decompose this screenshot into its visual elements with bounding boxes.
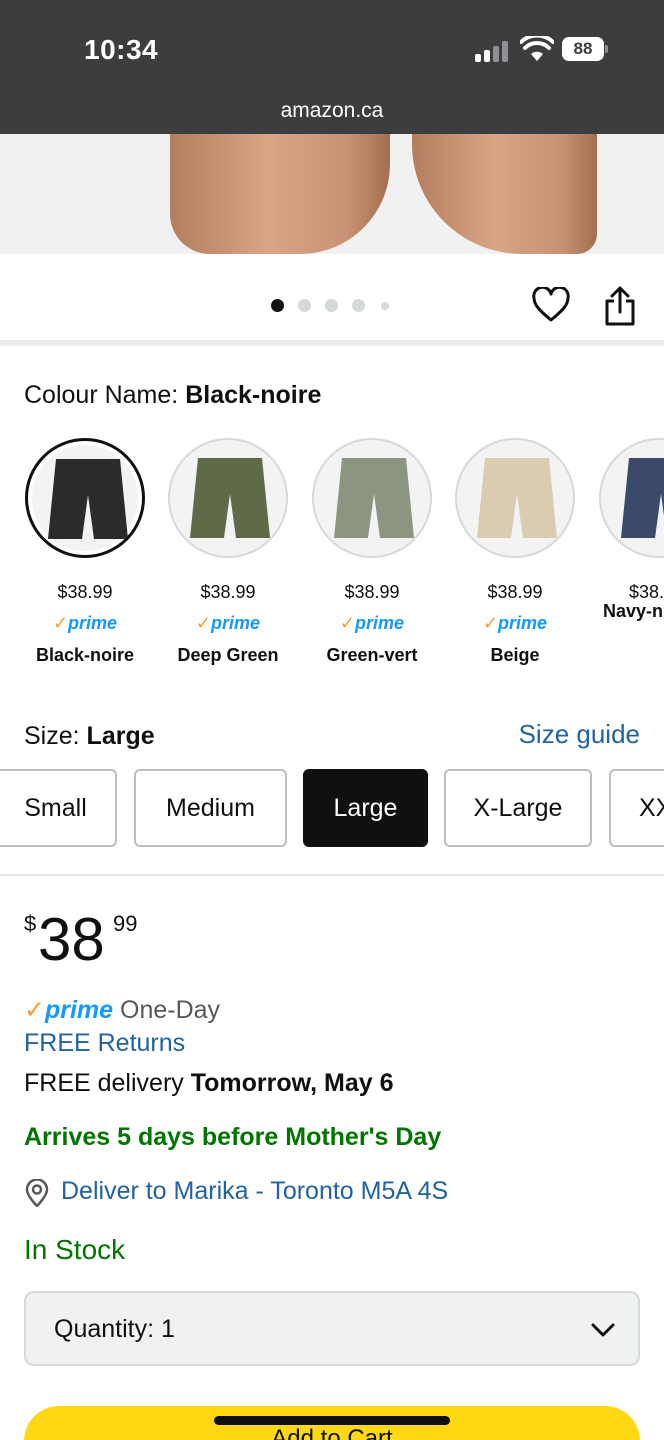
prime-check-icon: ✓	[195, 613, 212, 633]
swatch-price: $38.99	[487, 582, 543, 602]
battery-cap	[605, 45, 608, 53]
image-pager-bar	[0, 254, 664, 346]
swatch-prime-badge: ✓prime	[25, 613, 145, 637]
prime-check-icon: ✓	[482, 613, 499, 633]
shorts-shape	[621, 458, 664, 538]
status-time: 10:34	[84, 34, 159, 65]
size-guide-link[interactable]: Size guide	[519, 719, 640, 750]
product-image-leg-right	[412, 134, 597, 254]
quantity-select[interactable]: Quantity: 1	[24, 1291, 640, 1366]
shorts-shape	[48, 459, 128, 539]
swatch-prime-badge: ✓prime	[455, 613, 575, 637]
shorts-thumbnail	[334, 458, 414, 538]
price-currency: $	[24, 911, 37, 936]
shorts-thumbnail	[48, 459, 128, 539]
colour-swatch-deep-green[interactable]: $38.99 ✓prime Deep Green	[168, 438, 288, 666]
shorts-thumbnail	[190, 458, 270, 538]
swatch-price: $38.99	[344, 582, 400, 602]
size-selected-value: Large	[86, 722, 155, 750]
quantity-value: 1	[161, 1315, 175, 1343]
chevron-down-icon	[591, 1323, 615, 1337]
size-option-xx-large[interactable]: XX	[609, 769, 664, 847]
swatch-image	[25, 438, 145, 558]
swatch-prime-text: prime	[211, 613, 261, 633]
shorts-shape	[190, 458, 270, 538]
size-label: Size: Large	[24, 722, 155, 751]
quantity-label: Quantity: 1	[54, 1315, 175, 1344]
colour-swatch-navy[interactable]: $38. Navy-n	[599, 438, 664, 622]
colour-selected-value: Black-noire	[185, 381, 322, 409]
location-pin-icon[interactable]	[24, 1179, 50, 1207]
home-indicator	[214, 1416, 450, 1425]
image-dot[interactable]	[298, 299, 311, 312]
arrives-before-message: Arrives 5 days before Mother's Day	[24, 1123, 442, 1151]
wishlist-heart-icon[interactable]	[532, 287, 570, 323]
colour-label-text: Colour Name:	[24, 381, 179, 409]
prime-one-day-badge: ✓prime One-Day	[24, 995, 220, 1025]
swatch-image	[599, 438, 664, 558]
image-dot[interactable]	[381, 302, 389, 310]
swatch-prime-badge: ✓prime	[168, 613, 288, 637]
swatch-name: Black-noire	[35, 645, 135, 665]
image-dot[interactable]	[271, 299, 284, 312]
cellular-signal-icon	[475, 40, 511, 62]
colour-name-label: Colour Name: Black-noire	[24, 381, 321, 410]
quantity-label-text: Quantity:	[54, 1315, 155, 1343]
swatch-prime-text: prime	[68, 613, 118, 633]
swatch-image	[168, 438, 288, 558]
price-fraction: 99	[113, 911, 138, 936]
deliver-to-link[interactable]: Deliver to Marika - Toronto M5A 4S	[61, 1177, 448, 1206]
size-option-small[interactable]: Small	[0, 769, 117, 847]
colour-swatch-black-noire[interactable]: $38.99 ✓prime Black-noire	[25, 438, 145, 666]
shorts-shape	[477, 458, 557, 538]
size-option-x-large[interactable]: X-Large	[444, 769, 592, 847]
swatch-price: $38.	[629, 582, 664, 602]
swatch-image	[455, 438, 575, 558]
share-icon[interactable]	[603, 286, 637, 326]
delivery-date: Tomorrow, May 6	[190, 1069, 394, 1097]
swatch-name: Navy-n	[603, 601, 664, 621]
prime-check-icon: ✓	[52, 613, 69, 633]
status-bar: 10:34 88 amazon.ca	[0, 0, 664, 134]
price-whole: 38	[38, 906, 105, 973]
size-option-medium[interactable]: Medium	[134, 769, 287, 847]
swatch-price: $38.99	[57, 582, 113, 602]
image-dot[interactable]	[352, 299, 365, 312]
wifi-icon	[520, 36, 554, 61]
swatch-name: Green-vert	[326, 645, 418, 665]
image-dot[interactable]	[325, 299, 338, 312]
free-returns-link[interactable]: FREE Returns	[24, 1029, 185, 1058]
free-delivery-label: FREE delivery	[24, 1069, 184, 1097]
swatch-prime-text: prime	[498, 613, 548, 633]
stock-status: In Stock	[24, 1234, 126, 1265]
section-divider	[0, 874, 664, 876]
prime-one-day-text: One-Day	[120, 996, 221, 1024]
swatch-prime-text: prime	[355, 613, 405, 633]
colour-swatch-beige[interactable]: $38.99 ✓prime Beige	[455, 438, 575, 666]
prime-check-icon: ✓	[24, 996, 45, 1024]
swatch-image	[312, 438, 432, 558]
page-url[interactable]: amazon.ca	[0, 99, 664, 123]
product-image[interactable]	[0, 134, 664, 254]
swatch-name: Deep Green	[177, 645, 279, 665]
prime-check-icon: ✓	[339, 613, 356, 633]
battery-icon: 88	[562, 37, 604, 61]
product-image-leg-left	[170, 134, 390, 254]
size-label-text: Size:	[24, 722, 80, 750]
size-option-large[interactable]: Large	[303, 769, 428, 847]
shorts-thumbnail	[621, 458, 664, 538]
shorts-thumbnail	[477, 458, 557, 538]
swatch-price: $38.99	[200, 582, 256, 602]
swatch-prime-badge: ✓prime	[312, 613, 432, 637]
colour-swatch-green-vert[interactable]: $38.99 ✓prime Green-vert	[312, 438, 432, 666]
prime-logo-text: prime	[44, 996, 114, 1024]
shorts-shape	[334, 458, 414, 538]
swatch-name: Beige	[490, 645, 540, 665]
free-delivery-text: FREE delivery Tomorrow, May 6	[24, 1069, 394, 1098]
